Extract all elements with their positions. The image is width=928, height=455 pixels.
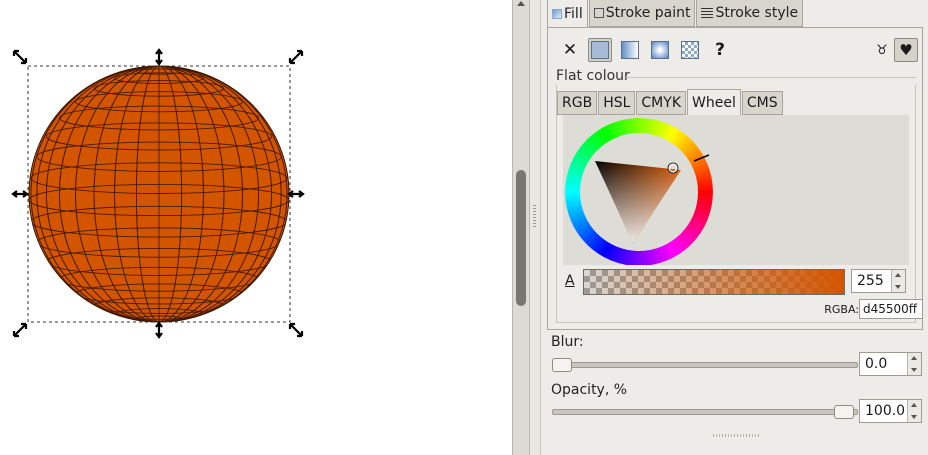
scale-arrow-ne-icon[interactable] <box>288 49 304 65</box>
fill-rule-evenodd-icon[interactable]: ♉ <box>870 38 894 62</box>
tab-hsl[interactable]: HSL <box>598 91 636 115</box>
scroll-up-icon[interactable] <box>517 1 525 6</box>
tab-cms[interactable]: CMS <box>741 91 783 115</box>
scale-arrow-e-icon[interactable] <box>287 190 305 198</box>
color-wheel[interactable] <box>563 115 909 266</box>
pattern-icon[interactable] <box>678 38 702 62</box>
dock-resize-handle[interactable] <box>530 0 540 455</box>
scale-arrow-se-icon[interactable] <box>288 322 304 338</box>
rgba-input[interactable]: d45500ff <box>859 299 923 319</box>
spin-arrows-icon[interactable] <box>907 400 921 422</box>
tab-cmyk[interactable]: CMYK <box>636 91 686 115</box>
opacity-slider[interactable] <box>552 409 858 415</box>
rgba-label: RGBA: <box>824 303 859 316</box>
color-wheel-area[interactable] <box>563 115 909 266</box>
panel-grip-icon[interactable] <box>713 434 761 437</box>
scale-arrow-s-icon[interactable] <box>155 321 163 339</box>
linear-gradient-icon[interactable] <box>618 38 642 62</box>
opacity-label: Opacity, % <box>551 382 628 398</box>
blur-label: Blur: <box>551 334 584 350</box>
stroke-style-icon <box>701 8 714 18</box>
opacity-spinbox[interactable]: 100.0 <box>859 399 922 423</box>
scale-arrow-n-icon[interactable] <box>155 48 163 66</box>
stroke-paint-icon <box>593 8 604 18</box>
tab-wheel[interactable]: Wheel <box>687 89 741 115</box>
tab-rgb[interactable]: RGB <box>557 91 598 115</box>
blur-slider-knob[interactable] <box>552 358 572 372</box>
paint-mode-row: ✕ ? ♉ ♥ <box>558 36 918 66</box>
divider <box>626 77 916 78</box>
tab-stroke-paint[interactable]: Stroke paint <box>588 0 696 27</box>
unset-icon[interactable]: ? <box>708 38 732 62</box>
alpha-spinbox[interactable]: 255 <box>851 269 906 293</box>
alpha-slider[interactable] <box>583 269 845 295</box>
fill-stroke-tabs: Fill Stroke paint Stroke style <box>547 0 804 28</box>
color-mode-tabs: RGB HSL CMYK Wheel CMS <box>557 89 784 115</box>
blur-spinbox[interactable]: 0.0 <box>859 352 922 376</box>
tab-stroke-style[interactable]: Stroke style <box>696 0 804 27</box>
alpha-label: A <box>565 273 575 289</box>
fill-rule-nonzero-icon[interactable]: ♥ <box>894 38 918 62</box>
scrollbar-thumb[interactable] <box>516 170 526 306</box>
canvas-svg <box>11 48 305 339</box>
canvas-vertical-scrollbar[interactable] <box>512 0 530 455</box>
scale-arrow-nw-icon[interactable] <box>12 49 28 65</box>
spin-arrows-icon[interactable] <box>891 270 905 292</box>
radial-gradient-icon[interactable] <box>648 38 672 62</box>
tab-fill-label: Fill <box>564 6 583 22</box>
opacity-slider-knob[interactable] <box>834 405 854 419</box>
scale-arrow-w-icon[interactable] <box>11 190 29 198</box>
flat-colour-label: Flat colour <box>556 68 630 84</box>
blur-value: 0.0 <box>865 356 888 372</box>
opacity-value: 100.0 <box>865 403 906 419</box>
no-paint-icon[interactable]: ✕ <box>558 38 582 62</box>
spin-arrows-icon[interactable] <box>907 353 921 375</box>
tab-stroke-style-label: Stroke style <box>715 5 799 21</box>
color-selector: RGB HSL CMYK Wheel CMS A 255 RGBA: d4550… <box>556 85 923 323</box>
fill-and-stroke-panel: Fill Stroke paint Stroke style ✕ ? ♉ ♥ F… <box>540 0 928 455</box>
blur-slider[interactable] <box>552 362 858 368</box>
alpha-row: A 255 <box>563 268 909 296</box>
fill-icon <box>552 9 562 19</box>
fill-tab-content: ✕ ? ♉ ♥ Flat colour RGB HSL CMYK Wheel C… <box>547 27 923 330</box>
tab-stroke-paint-label: Stroke paint <box>605 5 691 21</box>
drawing-canvas[interactable] <box>0 0 512 455</box>
grip-icon <box>533 205 536 229</box>
flat-color-icon[interactable] <box>588 38 612 62</box>
alpha-value: 255 <box>857 273 884 289</box>
scale-arrow-sw-icon[interactable] <box>12 322 28 338</box>
tab-fill[interactable]: Fill <box>547 0 588 28</box>
